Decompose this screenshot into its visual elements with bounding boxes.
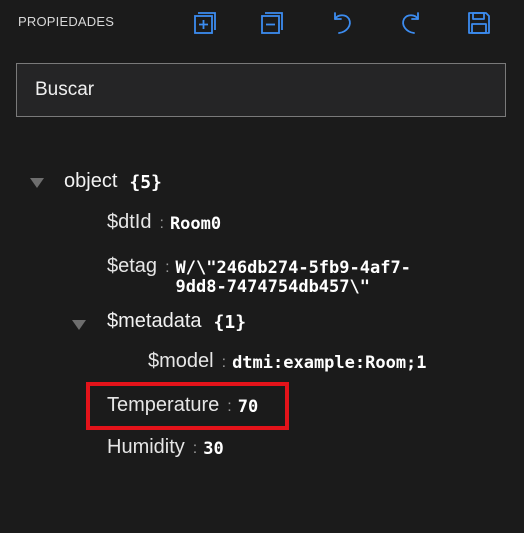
search-box[interactable] <box>16 63 506 117</box>
redo-button[interactable] <box>396 8 426 38</box>
expand-all-button[interactable] <box>190 8 220 38</box>
tree-node-metadata[interactable]: $metadata {1} <box>107 310 246 336</box>
node-key: object <box>64 170 118 192</box>
collapse-object-caret[interactable] <box>30 178 44 188</box>
undo-button[interactable] <box>327 8 357 38</box>
tree-row-humidity: Humidity : 30 <box>107 436 224 462</box>
property-value[interactable]: dtmi:example:Room;1 <box>232 350 426 373</box>
property-value[interactable]: 30 <box>203 436 223 459</box>
value-line-1: W/\"246db274-5fb9-4af7- <box>175 258 411 278</box>
panel-title: PROPIEDADES <box>18 14 115 29</box>
property-separator: : <box>221 354 227 371</box>
collapse-metadata-caret[interactable] <box>72 320 86 330</box>
collapse-all-icon <box>261 12 283 34</box>
property-key: $etag <box>107 255 158 277</box>
collapse-all-button[interactable] <box>257 8 287 38</box>
tree-row-dtid: $dtId : Room0 <box>107 211 221 237</box>
property-separator: : <box>165 259 170 276</box>
save-icon <box>468 12 490 34</box>
value-line-2: 9dd8-7474754db457\" <box>175 277 370 297</box>
tree-row-etag: $etag : W/\"246db274-5fb9-4af7- 9dd8-747… <box>107 255 411 297</box>
node-count: {1} <box>213 312 247 333</box>
highlight-box <box>86 382 289 430</box>
tree-row-model: $model : dtmi:example:Room;1 <box>148 350 427 376</box>
expand-all-icon <box>194 12 216 34</box>
property-key: Humidity <box>107 436 185 458</box>
property-separator: : <box>192 440 198 457</box>
search-input[interactable] <box>35 79 487 101</box>
property-key: $model <box>148 350 214 372</box>
save-button[interactable] <box>464 8 494 38</box>
property-separator: : <box>159 215 164 232</box>
property-value[interactable]: W/\"246db274-5fb9-4af7- 9dd8-7474754db45… <box>176 255 411 297</box>
tree-node-object[interactable]: object {5} <box>64 170 162 196</box>
redo-icon <box>402 12 419 34</box>
node-key: $metadata <box>107 310 202 332</box>
node-count: {5} <box>129 172 162 193</box>
property-value[interactable]: Room0 <box>170 211 221 234</box>
property-key: $dtId <box>107 211 152 233</box>
undo-icon <box>334 12 351 34</box>
